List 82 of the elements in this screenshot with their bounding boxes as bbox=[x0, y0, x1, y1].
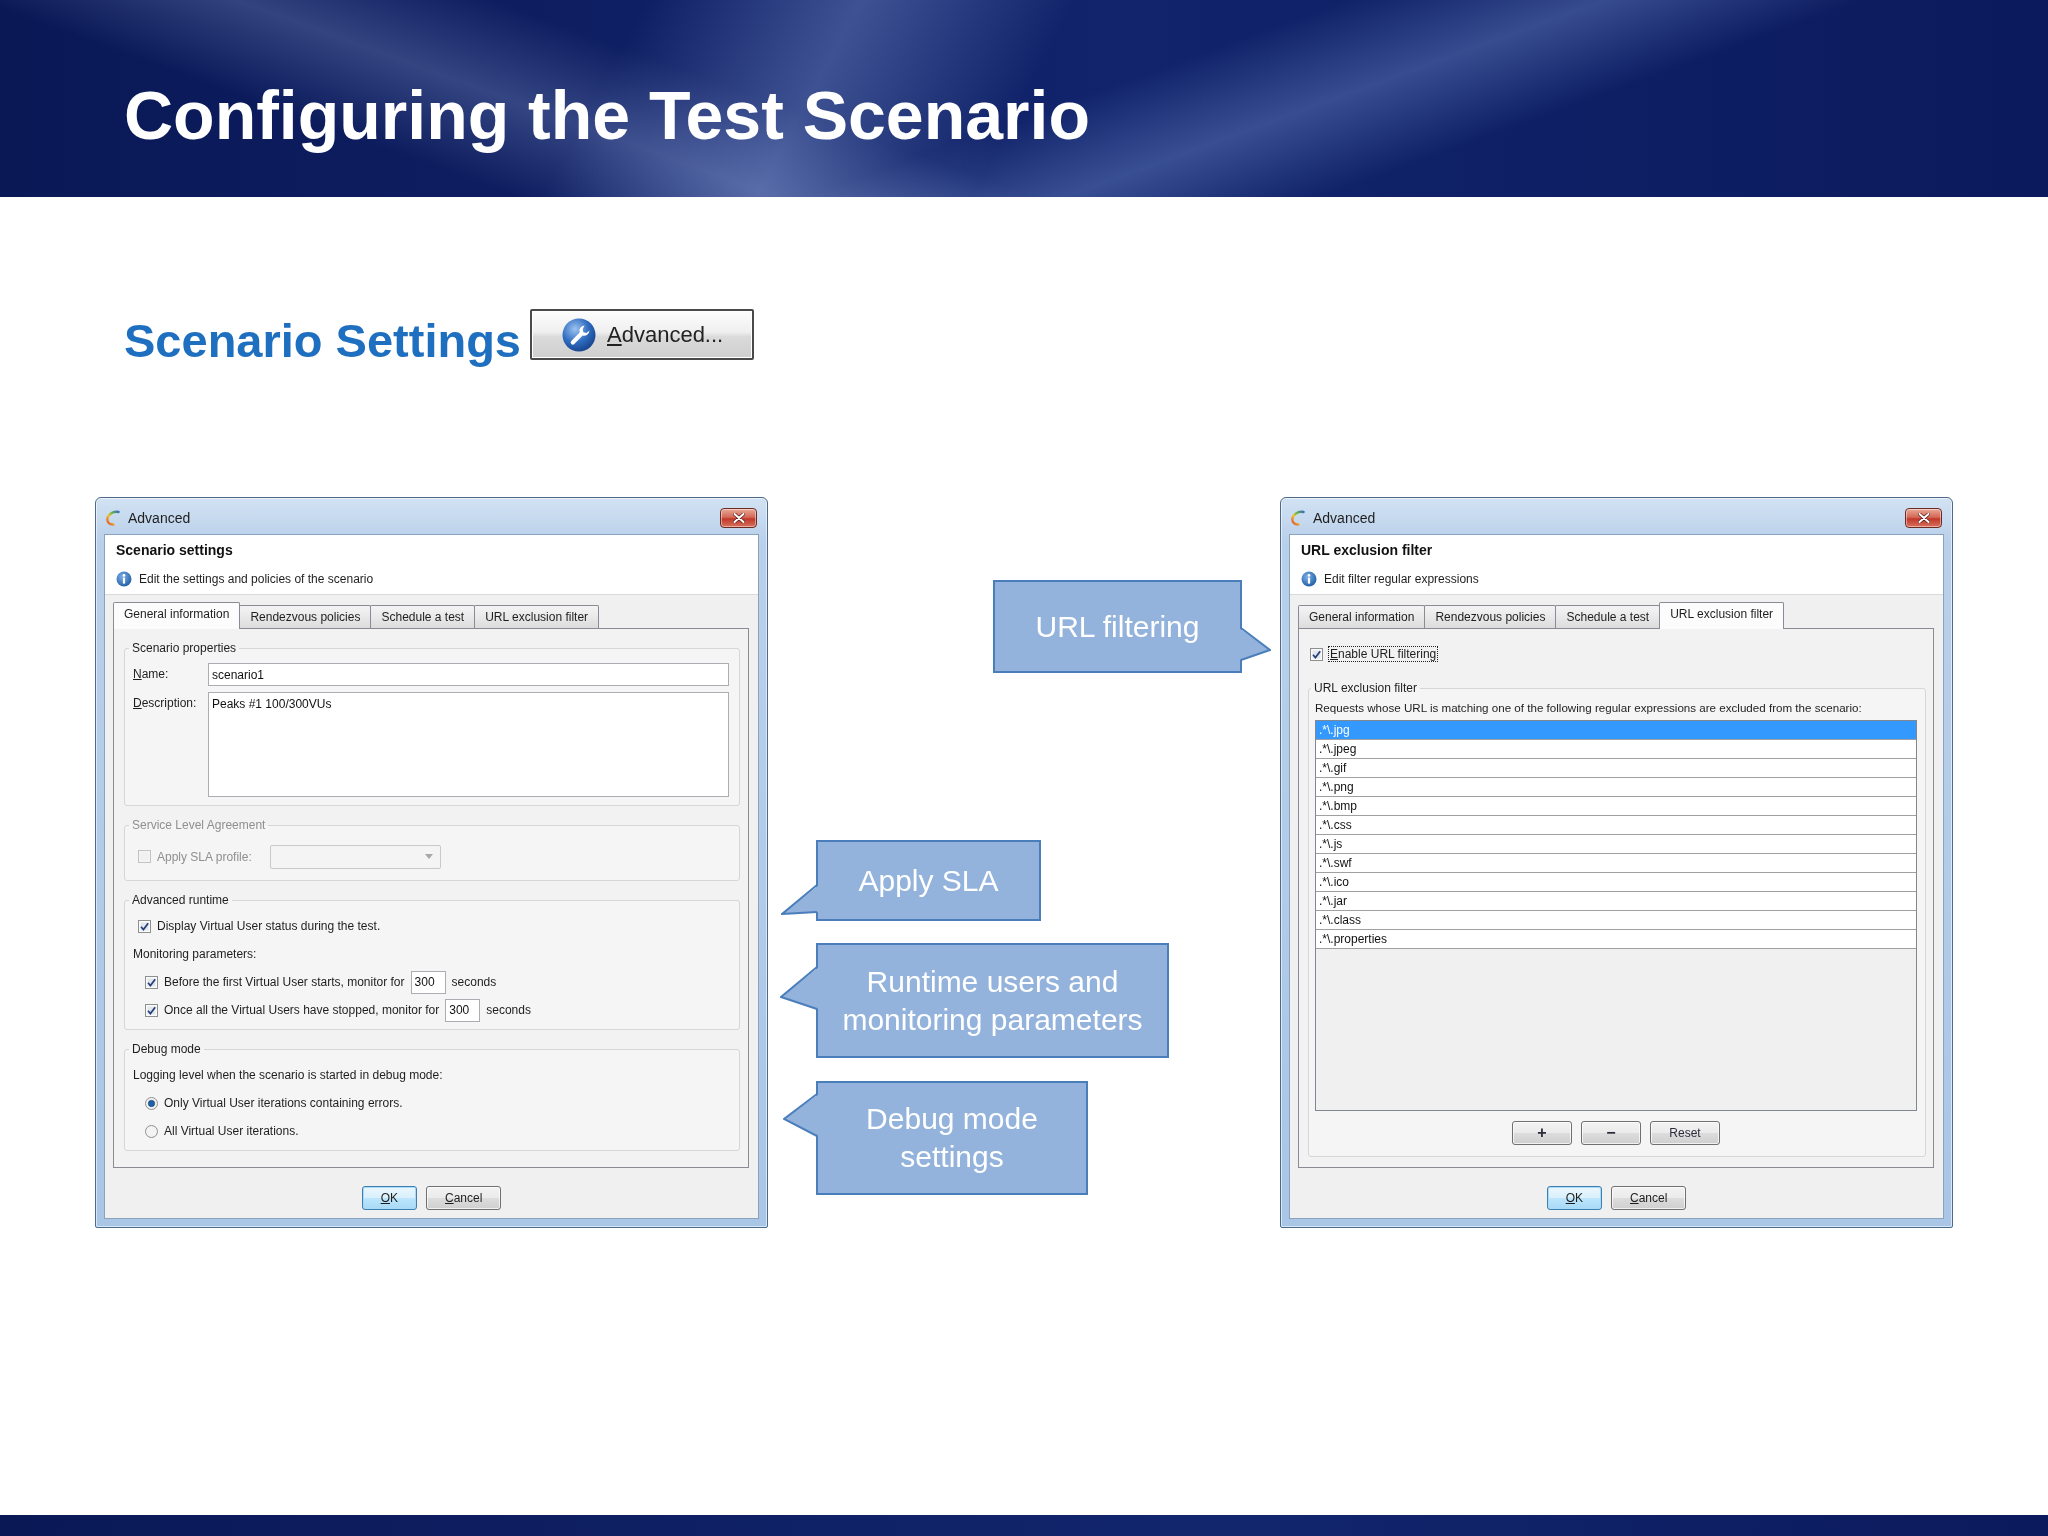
list-item[interactable]: .*\.ico bbox=[1316, 873, 1916, 892]
group-title: URL exclusion filter bbox=[1313, 681, 1418, 695]
text-field[interactable]: scenario1 bbox=[208, 663, 729, 686]
dialog-heading: URL exclusion filter bbox=[1301, 542, 1433, 558]
list-action-button[interactable]: Reset bbox=[1650, 1121, 1720, 1145]
callout: Debug mode settings bbox=[816, 1081, 1088, 1195]
list-item[interactable]: .*\.css bbox=[1316, 816, 1916, 835]
list-action-button[interactable]: + bbox=[1512, 1121, 1572, 1145]
dialog-button[interactable]: Cancel bbox=[426, 1186, 502, 1210]
section-title: Scenario Settings bbox=[124, 314, 521, 367]
group-description: Requests whose URL is matching one of the following regular expressions are excluded from the scenario: bbox=[1315, 701, 1862, 714]
info-text: Edit filter regular expressions bbox=[1324, 572, 1479, 586]
tab[interactable]: URL exclusion filter bbox=[1659, 602, 1785, 629]
checkbox-label: Enable URL filtering bbox=[1329, 647, 1438, 661]
info-icon bbox=[116, 571, 132, 587]
info-icon bbox=[1301, 571, 1317, 587]
list-item[interactable]: .*\.bmp bbox=[1316, 797, 1916, 816]
number-field[interactable]: 300 bbox=[410, 970, 446, 994]
unit-label: seconds bbox=[486, 1003, 531, 1017]
close-icon bbox=[1917, 513, 1930, 523]
checkbox[interactable] bbox=[145, 1003, 158, 1017]
app-logo-icon bbox=[105, 510, 121, 526]
tab[interactable]: Rendezvous policies bbox=[1424, 605, 1557, 628]
checkbox-label: Apply SLA profile: bbox=[157, 849, 252, 864]
radio-button[interactable] bbox=[145, 1124, 158, 1138]
checkbox[interactable] bbox=[1310, 647, 1323, 661]
tab[interactable]: Schedule a test bbox=[1555, 605, 1661, 628]
radio-label: Only Virtual User iterations containing errors. bbox=[164, 1096, 403, 1110]
text-area[interactable]: Peaks #1 100/300VUs bbox=[208, 692, 729, 797]
list-item[interactable]: .*\.gif bbox=[1316, 759, 1916, 778]
tab[interactable]: URL exclusion filter bbox=[474, 605, 600, 628]
list-item[interactable]: .*\.class bbox=[1316, 911, 1916, 930]
callout-pointer-icon bbox=[781, 884, 819, 915]
field-label: Name: bbox=[133, 666, 170, 683]
dialog-heading: Scenario settings bbox=[116, 542, 233, 558]
dialog-button[interactable]: Cancel bbox=[1611, 1186, 1687, 1210]
app-logo-icon bbox=[1290, 510, 1306, 526]
callout: URL filtering bbox=[993, 580, 1242, 673]
advanced-button[interactable]: Advanced... bbox=[530, 309, 754, 360]
radio-button[interactable] bbox=[145, 1096, 158, 1110]
radio-label: All Virtual User iterations. bbox=[164, 1124, 299, 1138]
dialog-button[interactable]: OK bbox=[1546, 1186, 1602, 1210]
group-title: Scenario properties bbox=[131, 641, 238, 655]
list-item[interactable]: .*\.js bbox=[1316, 835, 1916, 854]
callout: Runtime users and monitoring parameters bbox=[816, 943, 1169, 1058]
slide-title: Configuring the Test Scenario bbox=[124, 78, 1090, 153]
close-icon bbox=[732, 513, 745, 523]
list-action-button[interactable]: − bbox=[1581, 1121, 1641, 1145]
group-title: Advanced runtime bbox=[131, 893, 230, 907]
row-label: Logging level when the scenario is started in debug mode: bbox=[133, 1068, 443, 1082]
tab[interactable]: Schedule a test bbox=[370, 605, 476, 628]
callout-pointer-icon bbox=[1239, 627, 1271, 661]
info-text: Edit the settings and policies of the scenario bbox=[139, 572, 374, 586]
row-label: Monitoring parameters: bbox=[133, 947, 257, 961]
dialog-button[interactable]: OK bbox=[361, 1186, 417, 1210]
list-item[interactable]: .*\.properties bbox=[1316, 930, 1916, 949]
checkbox[interactable] bbox=[145, 975, 158, 989]
close-button[interactable] bbox=[720, 508, 757, 528]
number-field[interactable]: 300 bbox=[445, 998, 481, 1022]
group-title: Service Level Agreement bbox=[131, 818, 267, 832]
list-item[interactable]: .*\.jpeg bbox=[1316, 740, 1916, 759]
callout-pointer-icon bbox=[783, 1093, 819, 1137]
close-button[interactable] bbox=[1905, 508, 1942, 528]
window-title: Advanced bbox=[128, 510, 191, 526]
field-label: Description: bbox=[133, 695, 198, 712]
tab[interactable]: General information bbox=[1298, 605, 1426, 628]
tab[interactable]: Rendezvous policies bbox=[239, 605, 372, 628]
unit-label: seconds bbox=[451, 975, 497, 989]
wrench-icon bbox=[562, 317, 596, 352]
tab[interactable]: General information bbox=[113, 602, 241, 629]
list-item[interactable]: .*\.png bbox=[1316, 778, 1916, 797]
checkbox-label: Display Virtual User status during the test. bbox=[157, 919, 381, 933]
checkbox-label: Before the first Virtual User starts, monitor for bbox=[164, 975, 405, 989]
group-title: Debug mode bbox=[131, 1042, 202, 1056]
checkbox-label: Once all the Virtual Users have stopped, monitor for bbox=[164, 1003, 440, 1017]
callout: Apply SLA bbox=[816, 840, 1041, 921]
list-item[interactable]: .*\.jar bbox=[1316, 892, 1916, 911]
checkbox[interactable] bbox=[138, 919, 151, 933]
caret-icon bbox=[424, 854, 433, 859]
list-item[interactable]: .*\.swf bbox=[1316, 854, 1916, 873]
window-title: Advanced bbox=[1313, 510, 1376, 526]
callout-pointer-icon bbox=[780, 966, 819, 1010]
